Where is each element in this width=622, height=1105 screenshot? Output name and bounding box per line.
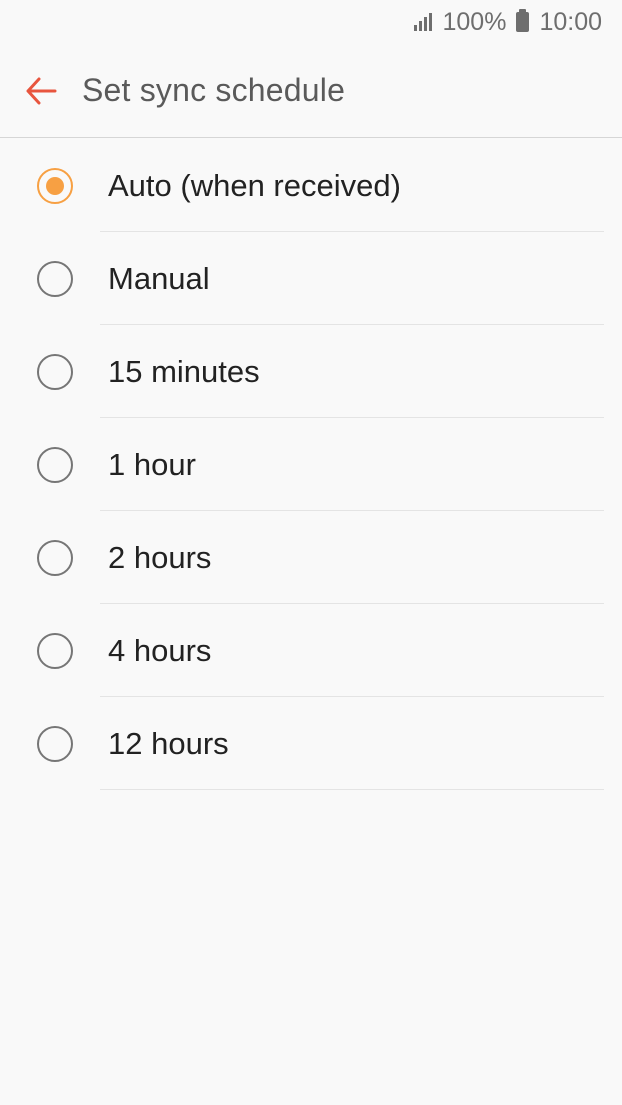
option-12-hours[interactable]: 12 hours: [0, 697, 622, 790]
radio-button[interactable]: [37, 539, 73, 576]
app-header: Set sync schedule: [0, 44, 622, 138]
option-label: 15 minutes: [108, 353, 260, 389]
option-1-hour[interactable]: 1 hour: [0, 418, 622, 511]
option-auto[interactable]: Auto (when received): [0, 139, 622, 232]
option-manual[interactable]: Manual: [0, 232, 622, 325]
status-time: 10:00: [539, 7, 602, 36]
page-title: Set sync schedule: [82, 72, 346, 108]
status-bar: 100% 10:00: [0, 0, 622, 44]
signal-bars-icon: [414, 13, 433, 31]
battery-full-icon: [516, 9, 530, 32]
arrow-left-icon: [26, 77, 57, 104]
option-label: 2 hours: [108, 539, 212, 575]
option-label: 1 hour: [108, 446, 196, 482]
option-label: Manual: [108, 260, 210, 296]
option-label: Auto (when received): [108, 167, 401, 203]
divider: [100, 789, 604, 790]
radio-button-selected[interactable]: [37, 167, 73, 204]
screen: 100% 10:00 Set sync schedule Auto (when …: [0, 0, 622, 1105]
radio-button[interactable]: [37, 260, 73, 297]
option-label: 12 hours: [108, 725, 229, 761]
option-15-minutes[interactable]: 15 minutes: [0, 325, 622, 418]
battery-percent: 100%: [442, 7, 507, 36]
sync-schedule-options: Auto (when received) Manual 15 minutes 1…: [0, 139, 622, 790]
option-label: 4 hours: [108, 632, 212, 668]
radio-button[interactable]: [37, 725, 73, 762]
radio-button[interactable]: [37, 353, 73, 390]
back-button[interactable]: [0, 44, 82, 138]
radio-button[interactable]: [37, 632, 73, 669]
option-2-hours[interactable]: 2 hours: [0, 511, 622, 604]
option-4-hours[interactable]: 4 hours: [0, 604, 622, 697]
radio-button[interactable]: [37, 446, 73, 483]
